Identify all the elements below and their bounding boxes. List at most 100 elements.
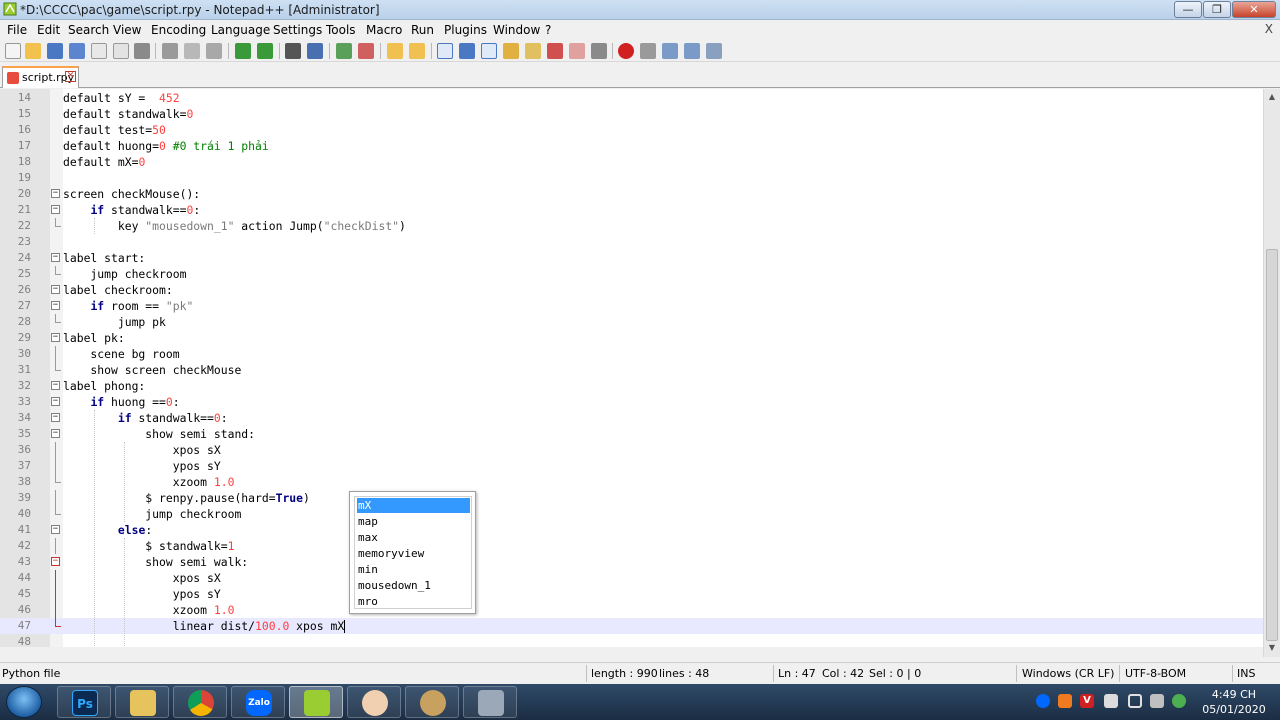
autocomplete-item[interactable]: mro xyxy=(357,594,470,609)
show-all-chars-icon[interactable] xyxy=(459,43,475,59)
run-macro-multiple-icon[interactable] xyxy=(684,43,700,59)
line-number: 42 xyxy=(17,539,31,552)
fold-collapse-icon[interactable]: − xyxy=(51,205,60,214)
tray-flag-icon[interactable] xyxy=(1128,694,1142,708)
open-file-icon[interactable] xyxy=(25,43,41,59)
fold-collapse-icon[interactable]: − xyxy=(51,525,60,534)
replace-icon[interactable] xyxy=(307,43,323,59)
paste-icon[interactable] xyxy=(206,43,222,59)
tray-volume-icon[interactable] xyxy=(1172,694,1186,708)
menu-settings[interactable]: Settings xyxy=(273,23,322,37)
close-file-icon[interactable] xyxy=(91,43,107,59)
menu-encoding[interactable]: Encoding xyxy=(151,23,206,37)
fold-collapse-icon[interactable]: − xyxy=(51,285,60,294)
undo-icon[interactable] xyxy=(235,43,251,59)
menu-search[interactable]: Search xyxy=(68,23,109,37)
fold-collapse-icon[interactable]: − xyxy=(51,333,60,342)
new-file-icon[interactable] xyxy=(5,43,21,59)
close-document-button[interactable]: X xyxy=(1265,22,1273,36)
tab-close-icon[interactable]: ✕ xyxy=(65,71,76,82)
fold-end-marker xyxy=(55,474,61,483)
fold-collapse-icon[interactable]: − xyxy=(51,397,60,406)
menu-help[interactable]: ? xyxy=(545,23,551,37)
tray-zalo-icon[interactable] xyxy=(1036,694,1050,708)
tray-keyboard-icon[interactable] xyxy=(1104,694,1118,708)
autocomplete-item[interactable]: max xyxy=(357,530,470,545)
play-macro-icon[interactable] xyxy=(662,43,678,59)
folder-workspace-icon[interactable] xyxy=(569,43,585,59)
fold-collapse-icon[interactable]: − xyxy=(51,253,60,262)
taskbar-clock[interactable]: 4:49 CH 05/01/2020 xyxy=(1196,687,1272,717)
word-wrap-icon[interactable] xyxy=(437,43,453,59)
code-text: else: xyxy=(117,523,153,537)
menu-window[interactable]: Window xyxy=(493,23,540,37)
fold-collapse-icon[interactable]: − xyxy=(51,301,60,310)
fold-collapse-icon[interactable]: − xyxy=(51,413,60,422)
taskbar-app[interactable] xyxy=(463,686,517,718)
stop-macro-icon[interactable] xyxy=(640,43,656,59)
autocomplete-item-selected[interactable]: mX xyxy=(357,498,470,513)
close-all-icon[interactable] xyxy=(113,43,129,59)
scroll-up-arrow-icon[interactable]: ▲ xyxy=(1264,89,1280,105)
line-number: 39 xyxy=(17,491,31,504)
record-macro-icon[interactable] xyxy=(618,43,634,59)
line-number: 41 xyxy=(17,523,31,536)
fold-collapse-icon[interactable]: − xyxy=(51,381,60,390)
document-map-icon[interactable] xyxy=(525,43,541,59)
menu-tools[interactable]: Tools xyxy=(326,23,356,37)
autocomplete-item[interactable]: memoryview xyxy=(357,546,470,561)
taskbar-notepadpp[interactable] xyxy=(289,686,343,718)
zoom-out-icon[interactable] xyxy=(358,43,374,59)
fold-collapse-icon[interactable]: − xyxy=(51,557,60,566)
autocomplete-list[interactable]: mX map max memoryview min mousedown_1 mr… xyxy=(354,496,472,609)
print-icon[interactable] xyxy=(134,43,150,59)
vertical-scrollbar[interactable]: ▲ ▼ xyxy=(1263,89,1280,657)
fold-collapse-icon[interactable]: − xyxy=(51,189,60,198)
autocomplete-item[interactable]: mousedown_1 xyxy=(357,578,470,593)
menu-macro[interactable]: Macro xyxy=(366,23,402,37)
menu-language[interactable]: Language xyxy=(211,23,270,37)
code-editor[interactable]: 14 default sY = 452 15 default standwalk… xyxy=(0,89,1263,647)
menu-file[interactable]: File xyxy=(7,23,27,37)
sync-vertical-icon[interactable] xyxy=(387,43,403,59)
tray-v-icon[interactable]: V xyxy=(1080,694,1094,708)
tray-app-icon[interactable] xyxy=(1058,694,1072,708)
menu-edit[interactable]: Edit xyxy=(37,23,60,37)
monitoring-icon[interactable] xyxy=(591,43,607,59)
menu-run[interactable]: Run xyxy=(411,23,434,37)
save-icon[interactable] xyxy=(47,43,63,59)
taskbar-zalo[interactable]: Zalo xyxy=(231,686,285,718)
taskbar-paint[interactable] xyxy=(405,686,459,718)
cut-icon[interactable] xyxy=(162,43,178,59)
start-button-icon[interactable] xyxy=(6,686,42,718)
save-all-icon[interactable] xyxy=(69,43,85,59)
redo-icon[interactable] xyxy=(257,43,273,59)
indent-guide-icon[interactable] xyxy=(481,43,497,59)
sync-horizontal-icon[interactable] xyxy=(409,43,425,59)
taskbar-renpy[interactable] xyxy=(347,686,401,718)
line-number: 18 xyxy=(17,155,31,168)
fold-collapse-icon[interactable]: − xyxy=(51,429,60,438)
autocomplete-item[interactable]: min xyxy=(357,562,470,577)
save-macro-icon[interactable] xyxy=(706,43,722,59)
scrollbar-thumb[interactable] xyxy=(1266,249,1278,641)
minimize-button[interactable]: — xyxy=(1174,1,1202,18)
tray-network-icon[interactable] xyxy=(1150,694,1164,708)
autocomplete-popup[interactable]: mX map max memoryview min mousedown_1 mr… xyxy=(349,491,476,614)
maximize-button[interactable]: ❐ xyxy=(1203,1,1231,18)
taskbar-explorer[interactable] xyxy=(115,686,169,718)
status-separator xyxy=(1119,665,1120,682)
menu-plugins[interactable]: Plugins xyxy=(444,23,487,37)
menu-view[interactable]: View xyxy=(113,23,141,37)
autocomplete-item[interactable]: map xyxy=(357,514,470,529)
close-window-button[interactable]: ✕ xyxy=(1232,1,1276,18)
taskbar-chrome[interactable] xyxy=(173,686,227,718)
scroll-down-arrow-icon[interactable]: ▼ xyxy=(1264,640,1280,656)
copy-icon[interactable] xyxy=(184,43,200,59)
find-icon[interactable] xyxy=(285,43,301,59)
udl-icon[interactable] xyxy=(503,43,519,59)
function-list-icon[interactable] xyxy=(547,43,563,59)
tab-script-rpy[interactable]: script.rpy ✕ xyxy=(2,66,79,88)
taskbar-photoshop[interactable]: Ps xyxy=(57,686,111,718)
zoom-in-icon[interactable] xyxy=(336,43,352,59)
